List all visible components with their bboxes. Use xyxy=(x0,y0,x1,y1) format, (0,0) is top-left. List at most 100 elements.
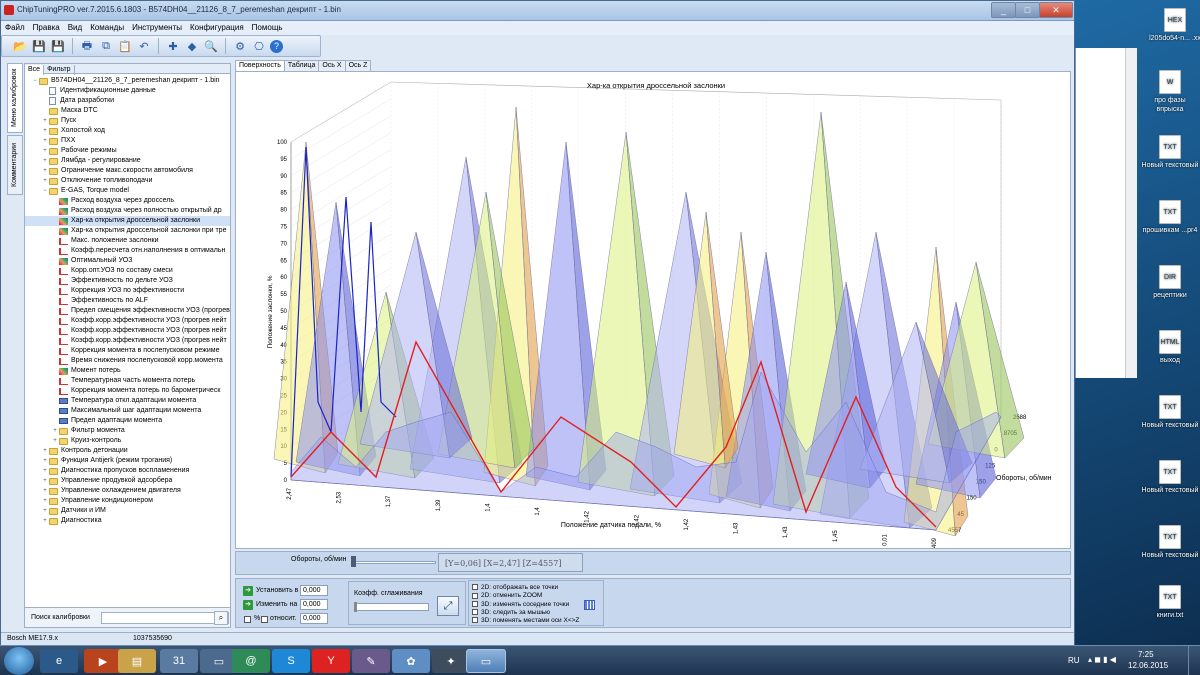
view-tab[interactable]: Ось Z xyxy=(344,60,372,71)
view-tab[interactable]: Ось X xyxy=(318,60,346,71)
relative-value-input[interactable]: 0,000 xyxy=(300,613,328,624)
tray-icons[interactable]: ▴ ◼ ▮ ◀ xyxy=(1088,655,1116,664)
tree-item[interactable]: + Контроль детонации xyxy=(25,446,230,456)
expand-icon[interactable]: + xyxy=(41,176,49,186)
close-button[interactable]: ✕ xyxy=(1039,2,1073,18)
expand-icon[interactable]: + xyxy=(41,476,49,486)
maximize-button[interactable]: □ xyxy=(1015,2,1040,18)
set-value-button[interactable]: ➔ xyxy=(243,586,253,596)
desktop-icon[interactable]: Wпро фазы впрыска xyxy=(1140,70,1200,114)
tree-item[interactable]: Момент потерь xyxy=(25,366,230,376)
tree-item[interactable]: Макс. положение заслонки xyxy=(25,236,230,246)
expand-icon[interactable]: + xyxy=(41,116,49,126)
option-row[interactable]: 3D: поменять местами оси X<>Z xyxy=(472,617,579,625)
tree-item[interactable]: Коэфф.корр.эффективности УОЗ (прогрев не… xyxy=(25,336,230,346)
option-checkbox[interactable] xyxy=(472,600,478,607)
option-row[interactable]: 2D: отображать все точки xyxy=(472,584,558,592)
menu-item[interactable]: Помощь xyxy=(248,21,287,34)
settings-icon[interactable]: ⚙ xyxy=(232,38,248,54)
change-value-input[interactable]: 0,000 xyxy=(300,599,328,610)
tree-item[interactable]: Коррекция УОЗ по эффективности xyxy=(25,286,230,296)
taskbar-app-icon[interactable]: ✎ xyxy=(352,649,390,673)
tree-item[interactable]: Дата разработки xyxy=(25,96,230,106)
print-icon[interactable]: 🖶 xyxy=(79,38,95,54)
desktop-icon[interactable]: TXT Новый текстовый xyxy=(1140,460,1200,495)
tree-item[interactable]: Корр.опт.УОЗ по составу смеси xyxy=(25,266,230,276)
tree-item[interactable]: Коррекция момента в послепусковом режиме xyxy=(25,346,230,356)
expand-icon[interactable]: − xyxy=(31,76,39,86)
minimize-button[interactable]: _ xyxy=(991,2,1016,18)
tree-item[interactable]: + Управление охлаждением двигателя xyxy=(25,486,230,496)
open-icon[interactable]: 📂 xyxy=(12,38,28,54)
tree-item[interactable]: − E-GAS, Torque model xyxy=(25,186,230,196)
help-icon[interactable]: ? xyxy=(270,39,283,53)
tree-item[interactable]: Расход воздуха через полностью открытый … xyxy=(25,206,230,216)
tree-item[interactable]: − B574DH04__21126_8_7_peremeshan декрипт … xyxy=(25,76,230,86)
option-row[interactable]: 3D: изменять соседние точки xyxy=(472,601,569,609)
diamond-icon[interactable]: ◆ xyxy=(184,38,200,54)
expand-icon[interactable]: + xyxy=(41,496,49,506)
tree-item[interactable]: Коэфф.пересчета отн.наполнения в оптимал… xyxy=(25,246,230,256)
tree-item[interactable]: + Управление продувкой адсорбера xyxy=(25,476,230,486)
tree-item[interactable]: Время снижения послепусковой корр.момент… xyxy=(25,356,230,366)
expand-icon[interactable]: + xyxy=(41,466,49,476)
tree-item[interactable]: Расход воздуха через дроссель xyxy=(25,196,230,206)
view-tab[interactable]: Поверхность xyxy=(235,60,285,71)
percent-checkbox[interactable] xyxy=(244,616,251,623)
start-button[interactable] xyxy=(4,647,34,675)
tree-item[interactable]: + Отключение топливоподачи xyxy=(25,176,230,186)
set-value-input[interactable]: 0,000 xyxy=(300,585,328,596)
option-row[interactable]: 3D: следить за мышью xyxy=(472,609,550,617)
smooth-apply-button[interactable]: ⤢ xyxy=(437,596,459,616)
doc-scrollbar[interactable] xyxy=(1125,48,1137,378)
taskbar-paint-icon[interactable]: ✿ xyxy=(392,649,430,673)
taskbar-media-icon[interactable]: ▶ xyxy=(84,649,122,673)
tree-item[interactable]: + Диагностика xyxy=(25,516,230,526)
relative-checkbox[interactable] xyxy=(261,616,268,623)
expand-icon[interactable]: + xyxy=(41,486,49,496)
tree-item[interactable]: Идентификационные данные xyxy=(25,86,230,96)
expand-icon[interactable]: + xyxy=(41,156,49,166)
tree-item[interactable]: + ПХХ xyxy=(25,136,230,146)
option-checkbox[interactable] xyxy=(472,617,478,624)
taskbar-explorer-icon[interactable]: ▤ xyxy=(118,649,156,673)
surface-chart[interactable]: 0510152025303540455055606570758085909510… xyxy=(235,71,1071,549)
tree-item[interactable]: + Холостой ход xyxy=(25,126,230,136)
expand-icon[interactable]: + xyxy=(41,516,49,526)
tree-item[interactable]: Эффективность по ALF xyxy=(25,296,230,306)
tree-item[interactable]: Температура откл.адаптации момента xyxy=(25,396,230,406)
change-value-button[interactable]: ➔ xyxy=(243,600,253,610)
taskbar-calendar-icon[interactable]: 31 xyxy=(160,649,198,673)
tray-date[interactable]: 12.06.2015 xyxy=(1128,661,1168,670)
tab-comments[interactable]: Комментарии xyxy=(7,135,23,195)
tree-item[interactable]: + Функция Antijerk (режим трогания) xyxy=(25,456,230,466)
tab-calibration-menu[interactable]: Меню калибровок xyxy=(7,63,23,133)
desktop-icon[interactable]: TXT Новый текстовый xyxy=(1140,525,1200,560)
menu-item[interactable]: Файл xyxy=(1,21,29,34)
desktop-icon[interactable]: DIR рецептики xyxy=(1140,265,1200,300)
tab-filter[interactable]: Фильтр xyxy=(44,65,75,75)
expand-icon[interactable]: − xyxy=(41,186,49,196)
option-checkbox[interactable] xyxy=(472,592,478,599)
checksum-icon[interactable]: ✚ xyxy=(165,38,181,54)
expand-icon[interactable]: + xyxy=(41,166,49,176)
tree-item[interactable]: + Пуск xyxy=(25,116,230,126)
tree-item[interactable]: Предел смещения эффективности УОЗ (прогр… xyxy=(25,306,230,316)
taskbar-yandex-icon[interactable]: Y xyxy=(312,649,350,673)
network-icon[interactable]: ⎔ xyxy=(251,38,267,54)
zoom-icon[interactable]: 🔍 xyxy=(203,38,219,54)
desktop-icon[interactable]: HTML выход xyxy=(1140,330,1200,365)
show-desktop-button[interactable] xyxy=(1188,646,1200,675)
paste-icon[interactable]: 📋 xyxy=(117,38,133,54)
menu-item[interactable]: Инструменты xyxy=(128,21,186,34)
option-checkbox[interactable] xyxy=(472,609,478,616)
tree-item[interactable]: Коррекция момента потерь по барометричес… xyxy=(25,386,230,396)
tree-item[interactable]: Предел адаптации момента xyxy=(25,416,230,426)
menu-item[interactable]: Команды xyxy=(86,21,128,34)
smoothing-slider-thumb[interactable] xyxy=(354,602,357,612)
save-as-icon[interactable]: 💾 xyxy=(50,38,66,54)
expand-icon[interactable]: + xyxy=(41,446,49,456)
tree-item[interactable]: + Диагностика пропусков воспламенения xyxy=(25,466,230,476)
taskbar-game-icon[interactable]: ✦ xyxy=(432,649,470,673)
option-row[interactable]: 2D: отменить ZOOM xyxy=(472,592,542,600)
